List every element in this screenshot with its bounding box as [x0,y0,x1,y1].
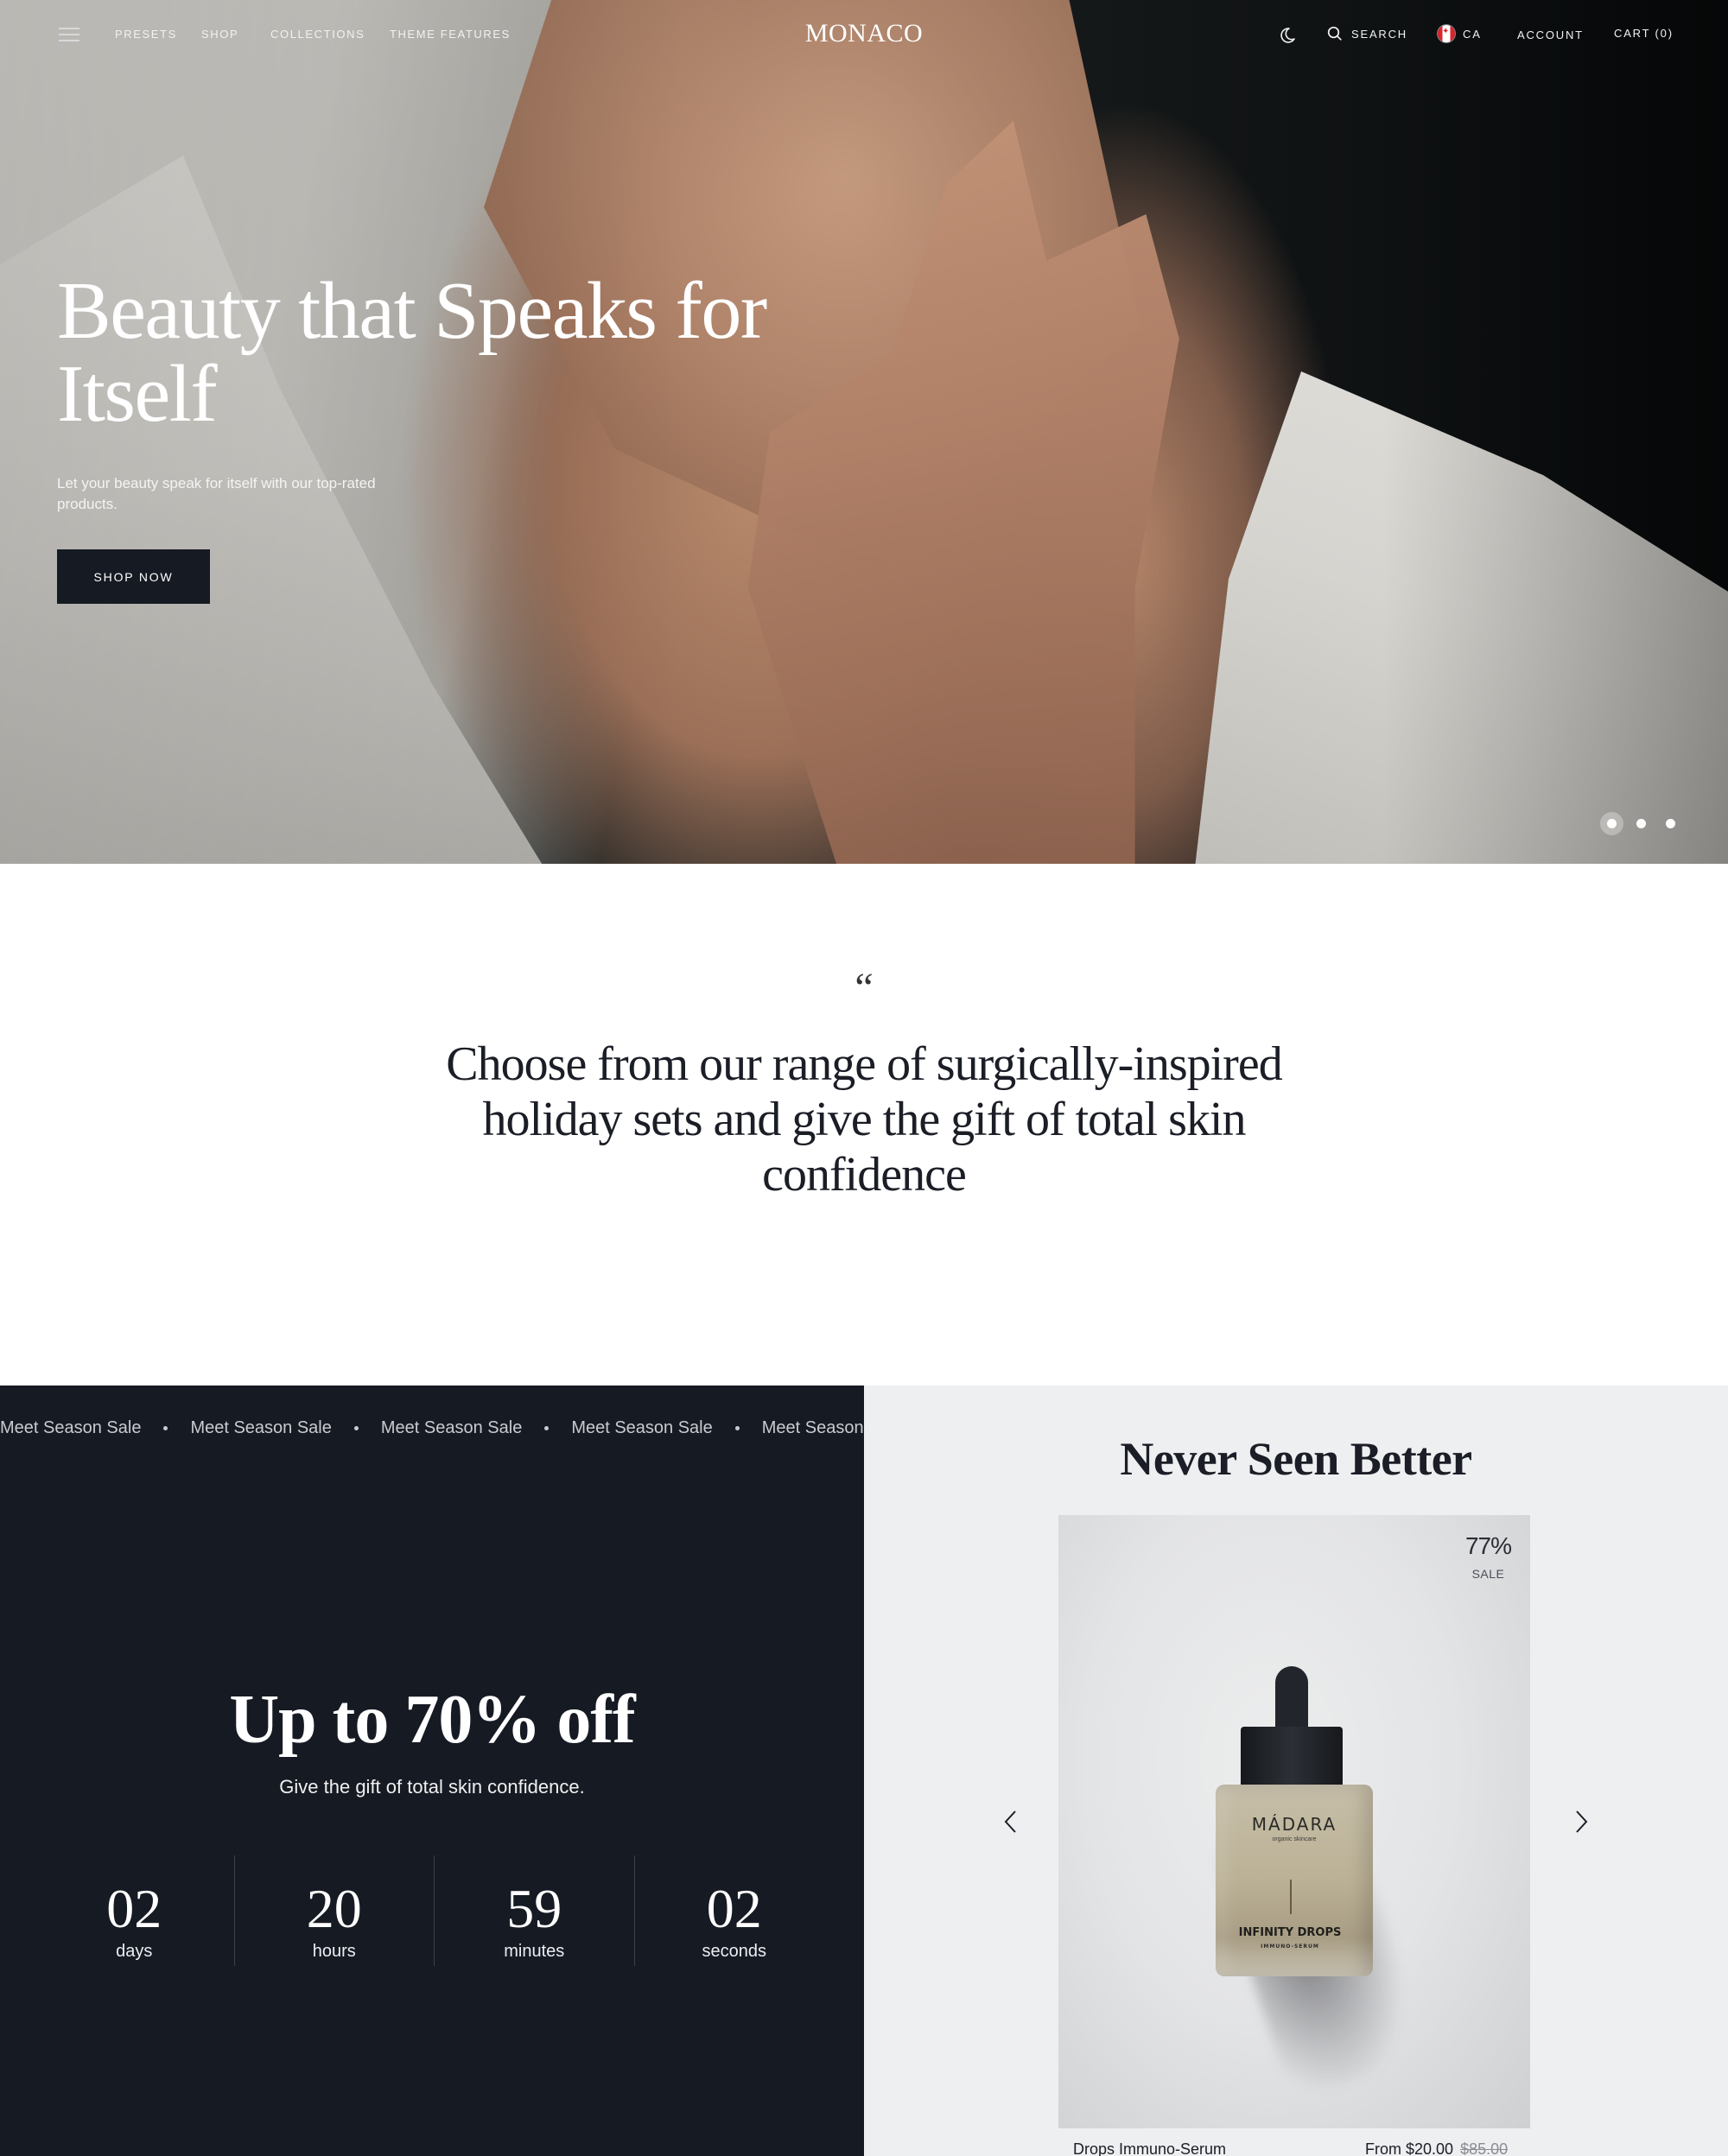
marquee-item: Meet Season [761,1418,864,1437]
hero-title: Beauty that Speaks for Itself [57,266,767,439]
countdown-timer: 02 days 20 hours 59 minutes 02 seconds [35,1855,834,1966]
bottle-tagline: organic skincare [1272,1836,1317,1842]
bottle-emblem-icon [1290,1880,1292,1914]
quote-section: “ Choose from our range of surgically-in… [0,864,1728,1386]
product-name-link[interactable]: Drops Immuno-Serum [1073,2140,1226,2156]
marquee-item: Meet Season Sale [381,1418,571,1438]
countdown-label: days [116,1942,153,1961]
countdown-value: 20 [306,1878,362,1939]
search-button[interactable]: SEARCH [1327,26,1407,41]
featured-heading: Never Seen Better [1120,1433,1472,1485]
search-icon [1327,26,1342,41]
slide-dot-1[interactable] [1597,810,1626,836]
countdown-label: seconds [702,1942,767,1961]
quote-mark-icon: “ [854,965,874,1011]
chevron-left-icon[interactable] [998,1804,1024,1839]
marquee-dot-icon [163,1426,168,1430]
shop-now-button[interactable]: SHOP NOW [57,549,210,604]
countdown-hours: 20 hours [233,1855,435,1966]
cart-link[interactable]: CART (0) [1614,27,1674,40]
countdown-value: 59 [506,1878,562,1939]
marquee-item: Meet Season Sale [571,1418,761,1438]
search-label: SEARCH [1351,27,1407,41]
bottle-product-name: INFINITY DROPS [1238,1926,1342,1939]
slideshow-pagination [1597,810,1685,836]
sale-badge-label: SALE [1471,1567,1505,1581]
hero-subtitle: Let your beauty speak for itself with ou… [57,475,376,512]
hero-banner: Beauty that Speaks for Itself Let your b… [0,0,1728,864]
slide-dot-3[interactable] [1655,810,1685,836]
marquee-dot-icon [734,1426,740,1430]
marquee-item: Meet Season Sale [0,1418,190,1438]
product-current-price: From $20.00 [1365,2140,1454,2156]
sale-countdown-section: Meet Season Sale Meet Season Sale Meet S… [0,1386,864,2156]
product-price: From $20.00 $85.00 [1365,2140,1508,2156]
product-image[interactable]: MÁDARA organic skincare INFINITY DROPS I… [1058,1515,1530,2128]
site-logo[interactable]: MONACO [805,19,923,48]
sale-subtitle: Give the gift of total skin confidence. [279,1776,585,1798]
marquee-dot-icon [544,1426,550,1430]
countdown-label: hours [312,1942,356,1961]
moon-icon[interactable] [1279,26,1296,45]
serum-bottle: MÁDARA organic skincare INFINITY DROPS I… [1216,1785,1373,1976]
dropper-bulb [1275,1666,1308,1735]
featured-product-section: Never Seen Better MÁDARA organic skincar… [864,1386,1728,2156]
product-compare-price: $85.00 [1460,2140,1509,2156]
canada-flag-icon [1438,25,1455,42]
countdown-value: 02 [106,1878,162,1939]
country-code: CA [1463,27,1482,41]
site-header: PRESETS SHOP COLLECTIONS THEME FEATURES … [0,0,1728,71]
countdown-seconds: 02 seconds [633,1855,835,1966]
marquee-dot-icon [353,1426,359,1430]
bottle-brand: MÁDARA [1251,1814,1337,1835]
quote-text: Choose from our range of surgically-insp… [446,1037,1282,1202]
marquee-item: Meet Season Sale [190,1418,380,1438]
chevron-right-icon[interactable] [1568,1804,1594,1839]
countdown-label: minutes [504,1942,565,1961]
country-selector[interactable]: CA [1438,25,1482,42]
account-link[interactable]: ACCOUNT [1517,29,1584,41]
sale-badge: 77% SALE [1464,1532,1512,1581]
countdown-minutes: 59 minutes [434,1855,634,1966]
sale-badge-percent: 77% [1464,1532,1512,1559]
countdown-value: 02 [706,1878,762,1939]
bottle-product-subname: IMMUNO-SERUM [1261,1944,1319,1950]
slide-dot-2[interactable] [1626,810,1655,836]
dropper-cap [1241,1727,1343,1791]
sale-title: Up to 70% off [229,1682,635,1758]
countdown-days: 02 days [35,1855,234,1966]
sale-marquee: Meet Season Sale Meet Season Sale Meet S… [0,1418,864,1438]
product-card[interactable]: MÁDARA organic skincare INFINITY DROPS I… [1058,1515,1530,2128]
